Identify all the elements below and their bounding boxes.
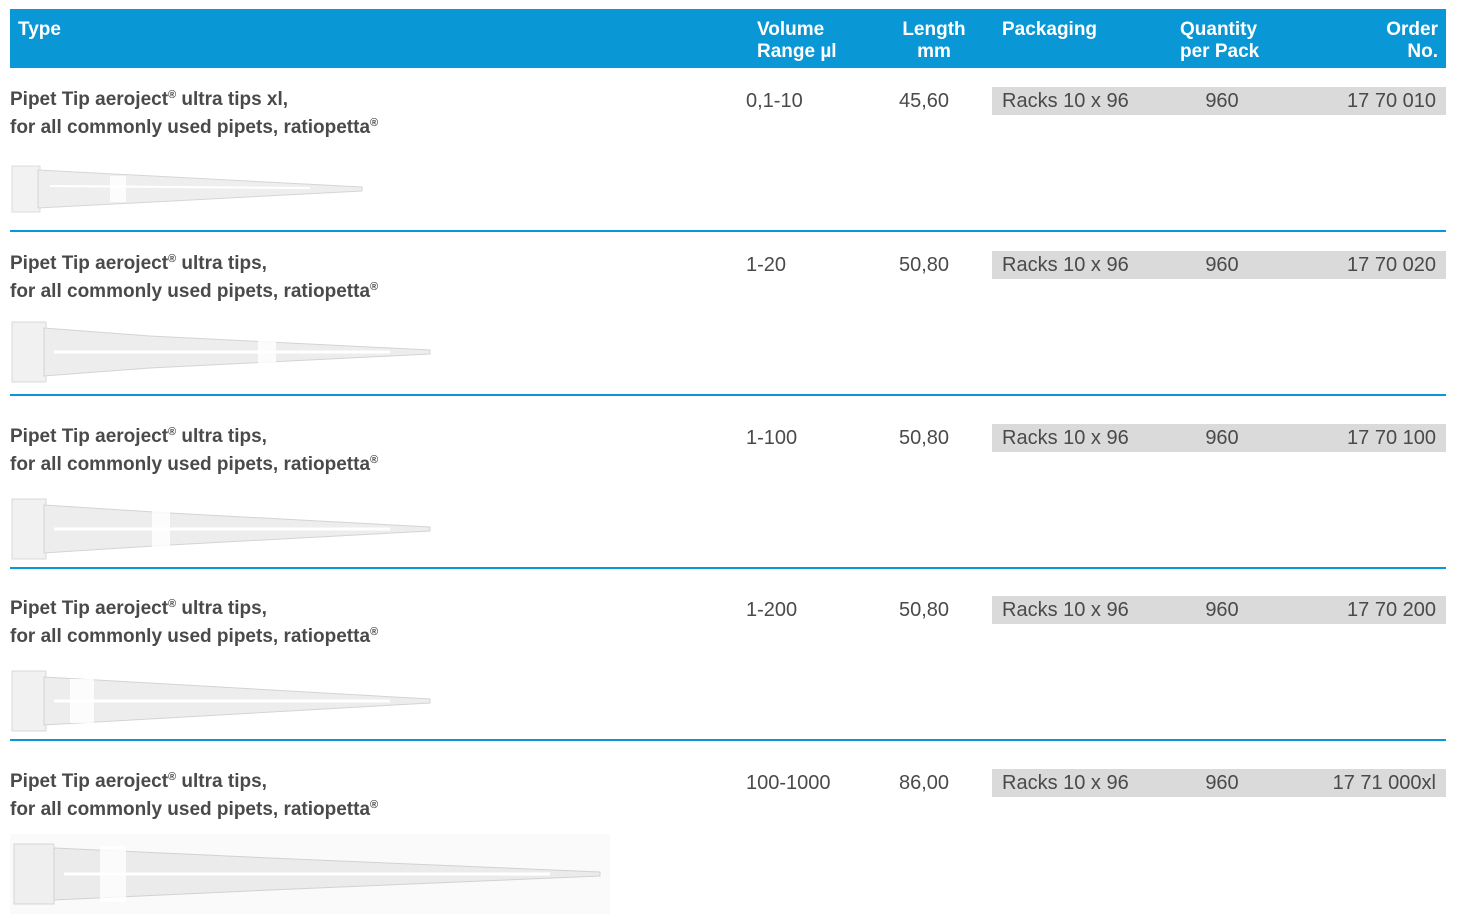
quantity: 960	[1205, 772, 1239, 794]
registered-mark: ®	[370, 799, 379, 811]
product-name-line2: for all commonly used pipets, ratiopetta…	[10, 796, 378, 824]
length: 45,60	[898, 90, 950, 112]
header-quantity-line1: Quantity	[1180, 19, 1258, 40]
pipette-tip-image	[10, 834, 610, 914]
registered-mark: ®	[370, 626, 379, 638]
volume-range: 1-20	[746, 254, 787, 276]
product-name-part2: ultra tips,	[176, 771, 267, 792]
packaging: Racks 10 x 96	[1002, 254, 1129, 276]
volume-range: 100-1000	[746, 772, 831, 794]
quantity: 960	[1205, 90, 1239, 112]
product-name: Pipet Tip aeroject® ultra tips, for all …	[10, 595, 378, 651]
length: 50,80	[898, 599, 950, 621]
quantity: 960	[1205, 254, 1239, 276]
length: 50,80	[898, 427, 950, 449]
packaging: Racks 10 x 96	[1002, 599, 1129, 621]
product-name-line2: for all commonly used pipets, ratiopetta…	[10, 623, 378, 651]
product-name-part1: Pipet Tip aeroject	[10, 426, 169, 447]
registered-mark: ®	[370, 117, 379, 129]
registered-mark: ®	[168, 253, 177, 265]
product-name-part2: ultra tips,	[176, 253, 267, 274]
product-name-part1: Pipet Tip aeroject	[10, 253, 169, 274]
pipette-tip-image	[11, 321, 431, 383]
header-packaging: Packaging	[1002, 19, 1098, 40]
pipette-tip-image	[11, 498, 431, 560]
order-number: 17 71 000xl	[1332, 772, 1436, 794]
order-number: 17 70 200	[1347, 599, 1436, 621]
length: 86,00	[898, 772, 950, 794]
order-number: 17 70 010	[1347, 90, 1436, 112]
order-number: 17 70 100	[1347, 427, 1436, 449]
header-order-no: Order No.	[1386, 19, 1438, 63]
product-name-line1: Pipet Tip aeroject® ultra tips,	[10, 423, 378, 451]
row-divider	[10, 739, 1446, 741]
header-type: Type	[18, 19, 61, 40]
table-row: Pipet Tip aeroject® ultra tips xl, for a…	[10, 68, 1446, 232]
product-name-line2: for all commonly used pipets, ratiopetta…	[10, 451, 378, 479]
product-name-line2-text: for all commonly used pipets, ratiopetta	[10, 626, 371, 647]
packaging: Racks 10 x 96	[1002, 90, 1129, 112]
product-name-line1: Pipet Tip aeroject® ultra tips,	[10, 595, 378, 623]
header-volume: Volume Range µl	[757, 19, 837, 63]
header-length: Length mm	[894, 19, 974, 63]
volume-range: 1-200	[746, 599, 798, 621]
table-row: Pipet Tip aeroject® ultra tips, for all …	[10, 577, 1446, 741]
header-order-line1: Order	[1386, 19, 1438, 40]
product-name: Pipet Tip aeroject® ultra tips, for all …	[10, 250, 378, 306]
quantity: 960	[1205, 599, 1239, 621]
header-order-line2: No.	[1407, 41, 1438, 62]
header-quantity-line2: per Pack	[1180, 41, 1260, 62]
header-quantity: Quantity per Pack	[1180, 19, 1259, 63]
header-length-line2: mm	[917, 41, 951, 62]
registered-mark: ®	[168, 771, 177, 783]
product-name-part2: ultra tips xl,	[176, 89, 289, 110]
registered-mark: ®	[370, 281, 379, 293]
order-number: 17 70 020	[1347, 254, 1436, 276]
volume-range: 1-100	[746, 427, 798, 449]
packaging: Racks 10 x 96	[1002, 427, 1129, 449]
table-row: Pipet Tip aeroject® ultra tips, for all …	[10, 750, 1446, 914]
header-volume-line2: Range µl	[757, 41, 837, 62]
product-name-line2-text: for all commonly used pipets, ratiopetta	[10, 117, 371, 138]
product-name-part1: Pipet Tip aeroject	[10, 89, 169, 110]
table-row: Pipet Tip aeroject® ultra tips, for all …	[10, 405, 1446, 569]
product-name-line1: Pipet Tip aeroject® ultra tips xl,	[10, 86, 378, 114]
product-name-part2: ultra tips,	[176, 426, 267, 447]
product-name: Pipet Tip aeroject® ultra tips, for all …	[10, 423, 378, 479]
header-volume-line1: Volume	[757, 19, 825, 40]
header-length-line1: Length	[902, 19, 966, 40]
pipette-tip-image	[11, 670, 431, 732]
product-name-line2-text: for all commonly used pipets, ratiopetta	[10, 281, 371, 302]
product-name: Pipet Tip aeroject® ultra tips xl, for a…	[10, 86, 378, 142]
length: 50,80	[898, 254, 950, 276]
product-name-part1: Pipet Tip aeroject	[10, 598, 169, 619]
packaging: Racks 10 x 96	[1002, 772, 1129, 794]
product-name-part2: ultra tips,	[176, 598, 267, 619]
volume-range: 0,1-10	[746, 90, 803, 112]
product-name-line2-text: for all commonly used pipets, ratiopetta	[10, 454, 371, 475]
quantity: 960	[1205, 427, 1239, 449]
product-name-line2: for all commonly used pipets, ratiopetta…	[10, 278, 378, 306]
pipette-tip-image	[11, 165, 363, 213]
row-divider	[10, 394, 1446, 396]
registered-mark: ®	[168, 598, 177, 610]
product-name-line2: for all commonly used pipets, ratiopetta…	[10, 114, 378, 142]
registered-mark: ®	[168, 89, 177, 101]
table-row: Pipet Tip aeroject® ultra tips, for all …	[10, 232, 1446, 396]
product-name-line1: Pipet Tip aeroject® ultra tips,	[10, 250, 378, 278]
table-header: Type Volume Range µl Length mm Packaging…	[10, 9, 1446, 68]
registered-mark: ®	[168, 426, 177, 438]
product-name-line2-text: for all commonly used pipets, ratiopetta	[10, 799, 371, 820]
product-name: Pipet Tip aeroject® ultra tips, for all …	[10, 768, 378, 824]
row-divider	[10, 567, 1446, 569]
registered-mark: ®	[370, 454, 379, 466]
product-name-line1: Pipet Tip aeroject® ultra tips,	[10, 768, 378, 796]
product-name-part1: Pipet Tip aeroject	[10, 771, 169, 792]
